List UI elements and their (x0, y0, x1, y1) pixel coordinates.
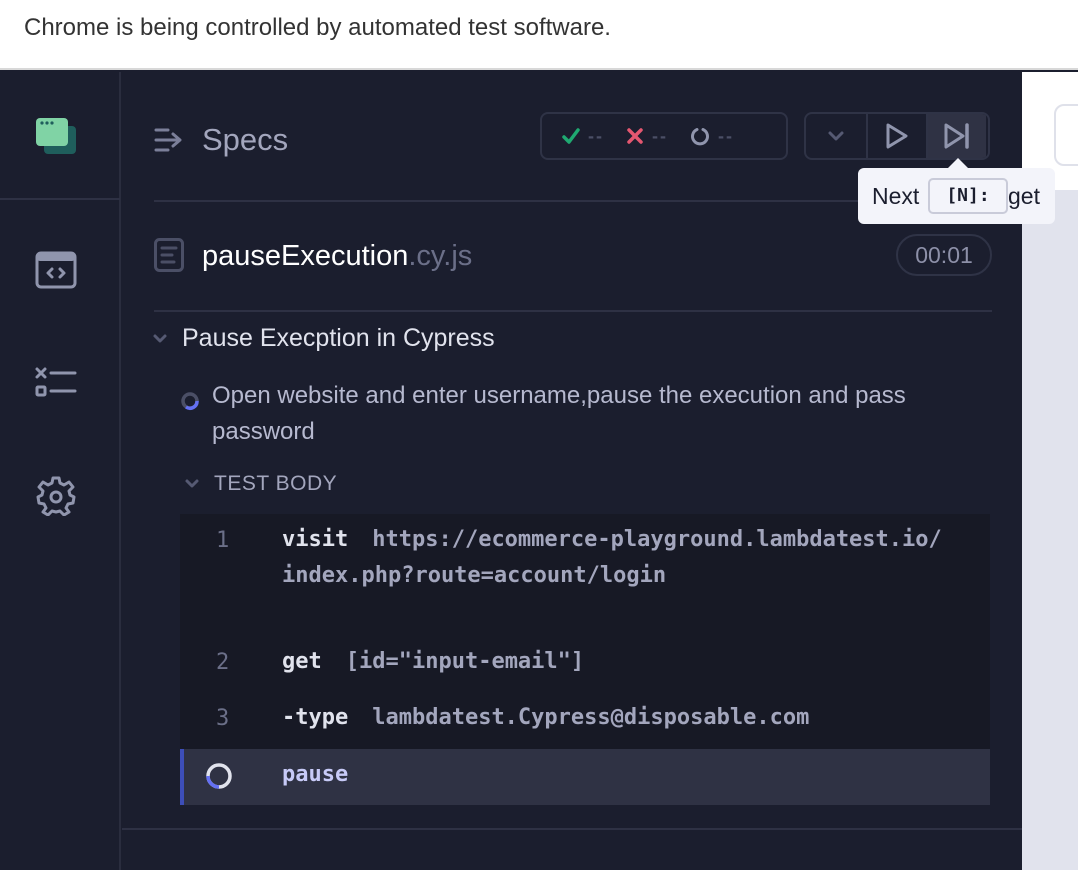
next-step-button[interactable] (926, 114, 986, 158)
chevron-down-icon (185, 479, 199, 488)
specs-label: Specs (202, 122, 289, 157)
spec-filename: pauseExecution.cy.js (202, 240, 472, 273)
specs-toggle-button[interactable]: Specs (154, 122, 288, 158)
document-icon (154, 238, 184, 272)
side-navigation (0, 72, 121, 870)
spec-file-row: pauseExecution.cy.js 00:01 (154, 234, 992, 284)
spec-divider (154, 310, 992, 312)
failed-stat: -- (626, 126, 668, 147)
pending-circle-icon (691, 128, 709, 146)
spec-name: pauseExecution (202, 240, 409, 272)
suite-header[interactable]: Pause Execption in Cypress (152, 324, 495, 353)
command-number: 2 (216, 650, 230, 675)
cypress-runner: Specs -- -- -- pauseExecution.cy.js 00:0… (0, 72, 1078, 870)
command-row-pending[interactable]: pause (180, 749, 990, 805)
command-method: pause (282, 762, 349, 787)
command-text: visit https://ecommerce-playground.lambda… (282, 522, 942, 594)
automation-infobar: Chrome is being controlled by automated … (0, 0, 1078, 70)
command-method: -type (282, 705, 349, 730)
suite-title: Pause Execption in Cypress (182, 324, 495, 352)
logo-area (0, 72, 120, 200)
command-text: -type lambdatest.Cypress@disposable.com (282, 700, 942, 736)
footer-divider (122, 828, 1022, 830)
expand-options-button[interactable] (806, 114, 866, 158)
run-controls (804, 112, 990, 160)
step-forward-icon (944, 123, 969, 149)
gear-icon[interactable] (34, 476, 78, 516)
chevron-down-icon (153, 334, 167, 342)
command-method: visit (282, 527, 349, 552)
tooltip-prefix: Next (872, 183, 920, 209)
check-icon (562, 128, 580, 144)
test-list-icon[interactable] (34, 364, 78, 404)
test-title: Open website and enter username,pause th… (212, 382, 906, 445)
next-step-tooltip: Next [N]: get (858, 158, 1055, 224)
play-icon (886, 123, 908, 149)
command-log: 1 visit https://ecommerce-playground.lamb… (180, 514, 990, 805)
pending-count: -- (718, 125, 734, 146)
test-body-toggle[interactable]: TEST BODY (184, 472, 337, 496)
loading-spinner-icon (206, 763, 232, 789)
command-method: get (282, 649, 322, 674)
failed-count: -- (652, 125, 668, 146)
running-spinner-icon (181, 392, 199, 410)
keyboard-shortcut: [N]: (928, 178, 1008, 214)
command-row[interactable]: 2 get [id="input-email"] (180, 644, 990, 696)
command-number: 1 (216, 528, 230, 553)
tooltip-suffix: get (1008, 183, 1040, 209)
specs-list-icon (154, 128, 182, 152)
command-text: pause (282, 757, 942, 793)
command-row[interactable]: 1 visit https://ecommerce-playground.lamb… (180, 522, 990, 640)
command-argument: [id="input-email"] (345, 649, 585, 674)
command-row[interactable]: 3 -type lambdatest.Cypress@disposable.com (180, 700, 990, 752)
passed-stat: -- (562, 126, 604, 147)
reporter-header: Specs -- -- -- (154, 108, 994, 168)
chevron-down-icon (828, 131, 844, 141)
spec-duration: 00:01 (896, 234, 992, 276)
spec-browser-icon[interactable] (34, 250, 78, 290)
test-stats: -- -- -- (540, 112, 788, 160)
command-argument: lambdatest.Cypress@disposable.com (372, 705, 810, 730)
pending-stat: -- (690, 126, 734, 147)
resume-button[interactable] (866, 114, 926, 158)
command-argument: https://ecommerce-playground.lambdatest.… (282, 527, 942, 588)
spec-extension: .cy.js (408, 240, 473, 272)
test-body-label: TEST BODY (214, 472, 338, 495)
cypress-app-logo-icon[interactable] (36, 118, 78, 156)
url-input-box[interactable] (1054, 104, 1078, 166)
infobar-message: Chrome is being controlled by automated … (24, 14, 611, 41)
passed-count: -- (588, 125, 604, 146)
command-text: get [id="input-email"] (282, 644, 942, 680)
command-number: 3 (216, 706, 230, 731)
x-icon (627, 128, 643, 144)
